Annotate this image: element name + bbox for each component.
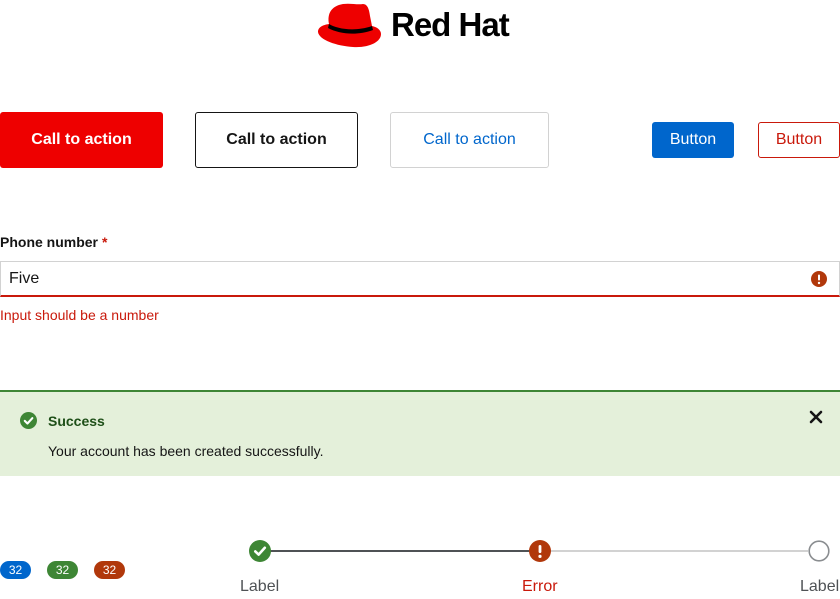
- brand-name: Red Hat: [391, 6, 510, 43]
- primary-button[interactable]: Button: [652, 122, 734, 158]
- alert-description: Your account has been created successful…: [48, 443, 324, 459]
- stepper-connector-complete: [270, 550, 530, 552]
- success-alert: Success Your account has been created su…: [0, 390, 840, 476]
- cta-primary-button[interactable]: Call to action: [0, 112, 163, 168]
- empty-circle-icon: [808, 540, 830, 562]
- check-circle-icon: [249, 540, 271, 562]
- alert-title: Success: [48, 413, 105, 429]
- phone-number-field-wrapper: [0, 261, 840, 297]
- cta-tertiary-button[interactable]: Call to action: [390, 112, 549, 168]
- red-hat-fedora-icon: [318, 3, 381, 48]
- badge-red: 32: [94, 561, 125, 579]
- exclamation-circle-icon: [811, 271, 827, 287]
- step-label-3: Label: [800, 578, 840, 595]
- field-label-text: Phone number: [0, 234, 99, 250]
- phone-number-input[interactable]: [1, 262, 797, 295]
- red-hat-logo[interactable]: Red Hat: [317, 0, 527, 50]
- check-circle-icon: [20, 412, 37, 429]
- cta-secondary-button[interactable]: Call to action: [195, 112, 358, 168]
- danger-secondary-button[interactable]: Button: [758, 122, 840, 158]
- stepper-connector-pending: [550, 550, 808, 552]
- field-helper-text-error: Input should be a number: [0, 307, 159, 323]
- required-marker: *: [102, 234, 108, 250]
- badge-green: 32: [47, 561, 78, 579]
- phone-number-label: Phone number *: [0, 234, 107, 250]
- step-label-1: Label: [240, 578, 280, 595]
- exclamation-circle-icon: [529, 540, 551, 562]
- close-icon[interactable]: [808, 409, 824, 425]
- step-label-2: Error: [522, 578, 558, 595]
- badge-blue: 32: [0, 561, 31, 579]
